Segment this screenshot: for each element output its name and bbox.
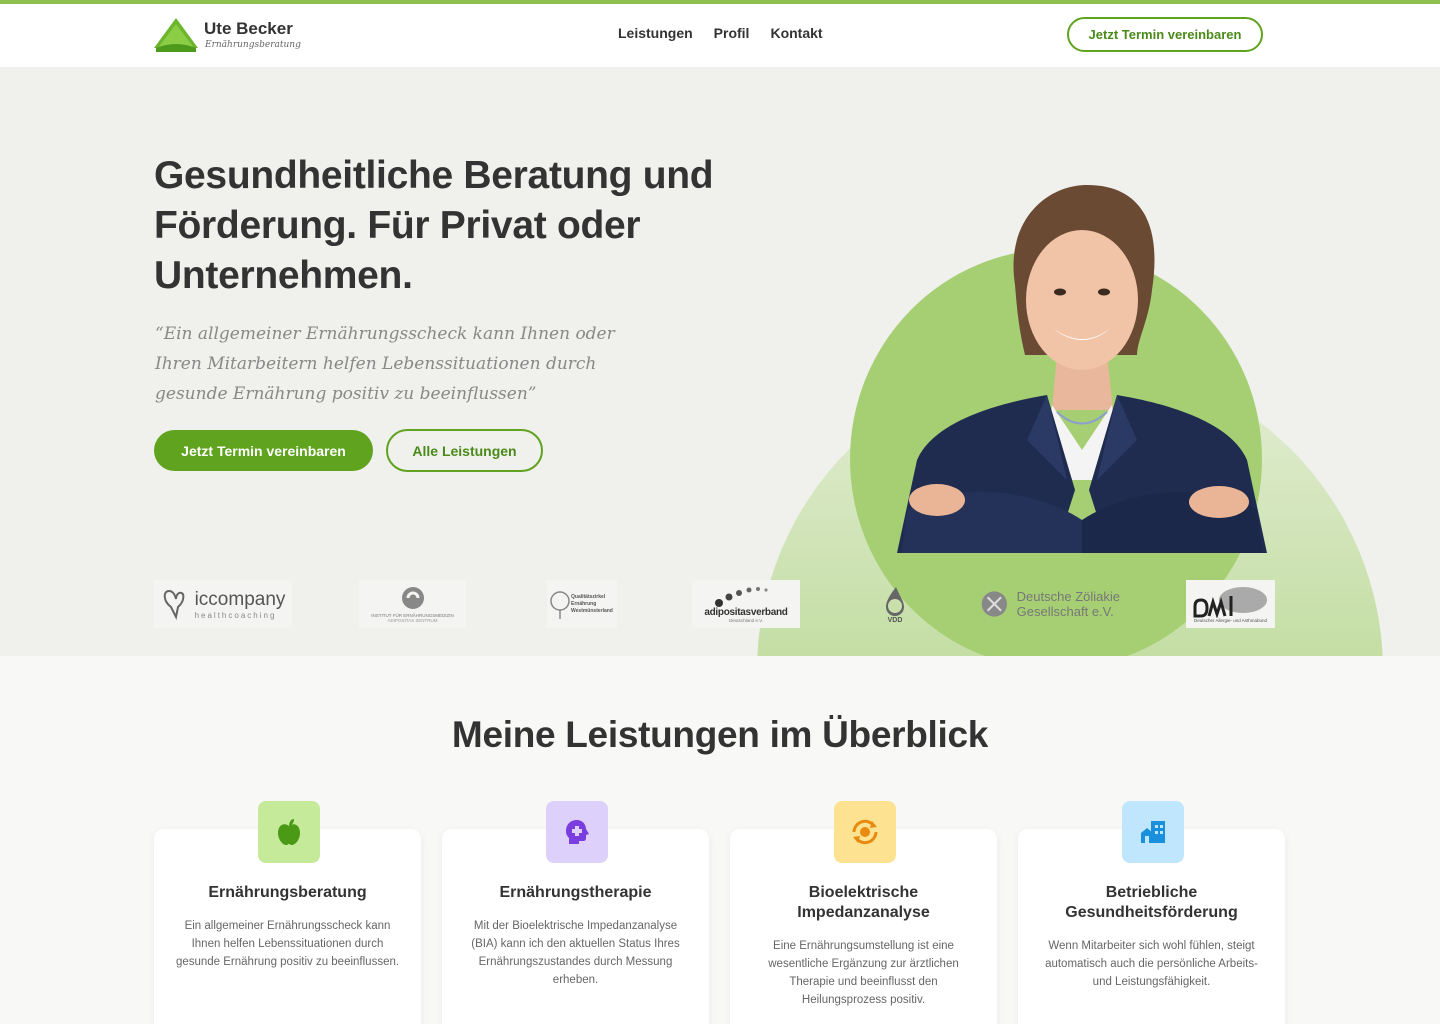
- service-description: Ein allgemeiner Ernährungsscheck kann Ih…: [175, 920, 400, 968]
- partner-subtitle: healthcoaching: [194, 610, 277, 620]
- site-header: Ute Becker Ernährungsberatung Leistungen…: [0, 4, 1440, 67]
- mountain-logo-icon: [154, 18, 198, 52]
- cycle-icon: [852, 819, 878, 845]
- portrait-photo: [897, 185, 1267, 553]
- service-icon-badge: [546, 801, 608, 863]
- brand-logo[interactable]: Ute Becker Ernährungsberatung: [154, 16, 314, 56]
- service-card-bgf[interactable]: Betriebliche Gesundheitsförderung Wenn M…: [1018, 801, 1285, 1024]
- partner-logo-daab[interactable]: Deutscher Allergie- und Asthmabund: [1186, 580, 1275, 628]
- partner-logo-ernaehrungsmedizin[interactable]: INSTITUT FÜR ERNÄHRUNGSMEDIZIN ADIPOSITA…: [359, 580, 466, 628]
- nav-link-kontakt[interactable]: Kontakt: [770, 25, 822, 41]
- service-card-bia[interactable]: Bioelektrische Impedanzanalyse Eine Ernä…: [730, 801, 997, 1024]
- service-icon-badge: [258, 801, 320, 863]
- partner-name: adipositasverband: [704, 607, 788, 618]
- brand-tagline: Ernährungsberatung: [205, 40, 301, 50]
- partner-logo-zoeliakie[interactable]: Deutsche Zöliakie Gesellschaft e.V.: [980, 580, 1120, 628]
- iccompany-heart-icon: [163, 589, 184, 621]
- circle-outline-icon: [550, 591, 570, 619]
- daab-logo-icon: [1193, 586, 1267, 618]
- service-description: Wenn Mitarbeiter sich wohl fühlen, steig…: [1045, 940, 1258, 988]
- partner-logo-adipositasverband[interactable]: adipositasverband Deutschland e.V.: [692, 580, 800, 628]
- partner-logos: iccompany healthcoaching INSTITUT FÜR ER…: [154, 580, 1284, 628]
- partner-logo-vdd[interactable]: VDD: [874, 580, 916, 628]
- all-services-button[interactable]: Alle Leistungen: [386, 429, 543, 472]
- hero-appointment-button[interactable]: Jetzt Termin vereinbaren: [154, 430, 373, 471]
- partner-name: Deutscher Allergie- und Asthmabund: [1193, 617, 1268, 623]
- dots-icon: [715, 587, 768, 607]
- service-description: Mit der Bioelektrische Impedanzanalyse (…: [471, 920, 680, 986]
- drop-logo-icon: [886, 586, 904, 616]
- header-appointment-button[interactable]: Jetzt Termin vereinbaren: [1067, 17, 1263, 52]
- service-title: Bioelektrische Impedanzanalyse: [797, 884, 930, 921]
- service-card-ernaehrungstherapie[interactable]: Ernährungstherapie Mit der Bioelektrisch…: [442, 801, 709, 1024]
- partner-subtitle: Deutschland e.V.: [729, 618, 763, 623]
- apple-icon: [278, 819, 300, 845]
- head-plus-icon: [566, 820, 589, 844]
- wheat-crossed-icon: [981, 591, 1007, 617]
- partner-name: iccompany: [194, 588, 286, 610]
- partner-name: VDD: [887, 616, 903, 624]
- hero-headline: Gesundheitliche Beratung und Förderung. …: [154, 154, 714, 297]
- brand-name: Ute Becker: [204, 19, 293, 38]
- partner-logo-iccompany[interactable]: iccompany healthcoaching: [154, 580, 292, 628]
- service-title: Betriebliche Gesundheitsförderung: [1065, 884, 1238, 921]
- hero-portrait-area: [757, 180, 1383, 758]
- partner-logo-qualitaetszirkel[interactable]: Qualitätszirkel Ernährung Westmünsterlan…: [547, 580, 617, 628]
- services-title: Meine Leistungen im Überblick: [451, 714, 989, 755]
- nav-link-leistungen[interactable]: Leistungen: [618, 25, 693, 41]
- nav-link-profil[interactable]: Profil: [714, 25, 750, 41]
- service-title: Ernährungsberatung: [208, 884, 367, 901]
- service-title: Ernährungstherapie: [499, 884, 652, 901]
- hero-quote: “Ein allgemeiner Ernährungsscheck kann I…: [155, 324, 615, 404]
- hero-section: Gesundheitliche Beratung und Förderung. …: [0, 67, 1440, 758]
- service-description: Eine Ernährungsumstellung ist eine wesen…: [768, 940, 959, 1006]
- partner-name: Deutsche Zöliakie: [1016, 589, 1120, 604]
- service-icon-badge: [1122, 801, 1184, 863]
- services-section: Meine Leistungen im Überblick Ernährungs…: [0, 656, 1440, 1024]
- service-icon-badge: [834, 801, 896, 863]
- service-card-ernaehrungsberatung[interactable]: Ernährungsberatung Ein allgemeiner Ernäh…: [154, 801, 421, 1024]
- partner-name: Qualitätszirkel Ernährung Westmünsterlan…: [571, 593, 613, 614]
- swirl-icon: [401, 586, 424, 609]
- partner-subtitle: Gesellschaft e.V.: [1016, 604, 1114, 619]
- partner-subtitle: ADIPOSITAS ZENTRUM: [387, 617, 438, 623]
- main-nav: Leistungen Profil Kontakt: [618, 25, 823, 41]
- building-icon: [1141, 821, 1165, 843]
